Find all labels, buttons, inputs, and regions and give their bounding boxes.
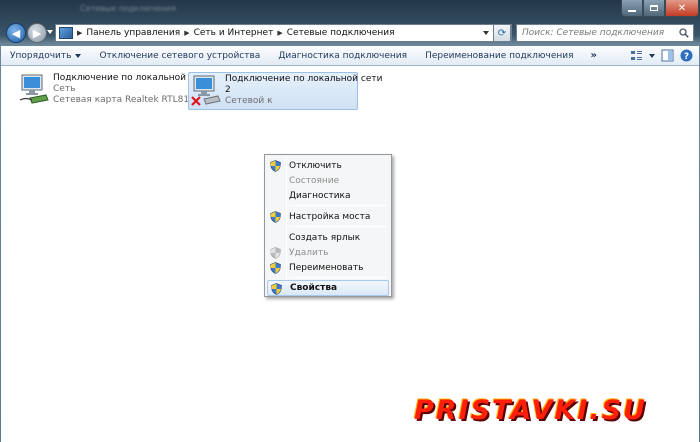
- breadcrumb-separator-icon[interactable]: ▶: [277, 29, 282, 37]
- menu-item-rename[interactable]: Переименовать: [267, 260, 389, 275]
- address-bar[interactable]: ▶ Панель управления ▶ Сеть и Интернет ▶ …: [55, 24, 512, 42]
- arrow-right-icon: ▶: [32, 26, 42, 40]
- title-bar: Сетевые подключения ✕: [0, 0, 700, 20]
- view-options-dropdown[interactable]: [649, 53, 655, 58]
- search-placeholder: Поиск: Сетевые подключения: [522, 28, 665, 38]
- uac-shield-icon: [271, 283, 282, 295]
- menu-item-label: Свойства: [290, 283, 338, 293]
- more-commands-button[interactable]: »: [583, 50, 605, 61]
- minimize-icon: [628, 9, 636, 12]
- breadcrumb-control-panel[interactable]: Панель управления: [86, 28, 180, 38]
- menu-item-disable[interactable]: Отключить: [267, 158, 389, 173]
- uac-shield-icon: [270, 211, 281, 223]
- connections-list: Подключение по локальной сети Сеть Сетев…: [1, 66, 699, 442]
- navigation-row: ◀ ▶ ▶ Панель управления ▶ Сеть и Интерне…: [0, 20, 700, 46]
- menu-item-label: Удалить: [289, 247, 329, 258]
- chevron-down-icon: [75, 53, 82, 58]
- menu-separator: [289, 205, 387, 206]
- window-title: Сетевые подключения: [80, 4, 176, 13]
- refresh-icon: ⟳: [497, 27, 507, 39]
- organize-label: Упорядочить: [10, 50, 72, 61]
- breadcrumb-network-internet[interactable]: Сеть и Интернет: [194, 28, 274, 38]
- breadcrumb-separator-icon[interactable]: ▶: [77, 29, 82, 37]
- refresh-button[interactable]: ⟳: [493, 24, 511, 42]
- uac-shield-icon: [270, 262, 281, 274]
- change-view-icon[interactable]: [630, 49, 643, 62]
- disconnected-x-icon: [191, 96, 201, 106]
- disable-device-button[interactable]: Отключение сетевого устройства: [90, 51, 269, 61]
- back-button[interactable]: ◀: [6, 23, 26, 43]
- menu-item-bridge[interactable]: Настройка моста: [267, 209, 389, 224]
- search-input[interactable]: Поиск: Сетевые подключения: [516, 24, 694, 42]
- connection-item-lan2[interactable]: Подключение по локальной сети 2 Сетевой …: [188, 72, 382, 110]
- organize-menu[interactable]: Упорядочить: [1, 51, 90, 61]
- menu-separator: [289, 226, 387, 227]
- connection-name: Подключение по локальной сети: [225, 74, 383, 84]
- help-icon[interactable]: ?: [680, 49, 693, 62]
- menu-item-label: Состояние: [289, 175, 340, 186]
- forward-button[interactable]: ▶: [27, 23, 47, 43]
- site-watermark: PRISTAVKI.SU: [414, 395, 647, 426]
- network-adapter-icon: [19, 74, 49, 104]
- connection-adapter: Сетевой к: [225, 96, 273, 106]
- uac-shield-icon: [270, 160, 281, 172]
- search-icon[interactable]: [679, 28, 689, 38]
- menu-item-label: Диагностика: [289, 190, 351, 201]
- breadcrumb-network-connections[interactable]: Сетевые подключения: [287, 28, 395, 38]
- menu-item-status[interactable]: Состояние: [267, 173, 389, 188]
- connection-name-suffix: 2: [225, 85, 231, 95]
- diagnose-button[interactable]: Диагностика подключения: [269, 51, 416, 61]
- menu-item-label: Переименовать: [289, 262, 364, 273]
- menu-item-diagnostics[interactable]: Диагностика: [267, 188, 389, 203]
- recent-pages-dropdown[interactable]: [47, 30, 53, 34]
- maximize-icon: [650, 5, 658, 11]
- explorer-window: Сетевые подключения ✕ ◀ ▶ ▶ Панель управ…: [0, 0, 700, 442]
- rename-button[interactable]: Переименование подключения: [416, 51, 582, 61]
- menu-item-create-shortcut[interactable]: Создать ярлык: [267, 230, 389, 245]
- uac-shield-icon: [270, 247, 281, 259]
- menu-item-properties[interactable]: Свойства: [267, 280, 389, 296]
- control-panel-icon: [59, 27, 73, 39]
- close-button[interactable]: ✕: [665, 0, 699, 17]
- menu-item-label: Создать ярлык: [289, 232, 361, 243]
- svg-text:?: ?: [684, 52, 689, 62]
- maximize-button[interactable]: [643, 0, 665, 17]
- breadcrumb-separator-icon[interactable]: ▶: [184, 29, 189, 37]
- close-icon: ✕: [677, 2, 687, 14]
- chevron-down-icon[interactable]: [483, 31, 489, 35]
- view-controls: ?: [630, 49, 693, 62]
- context-menu: Отключить Состояние Диагностика Настройк…: [264, 154, 392, 297]
- menu-item-label: Настройка моста: [289, 211, 371, 222]
- preview-pane-icon[interactable]: [661, 49, 674, 62]
- arrow-left-icon: ◀: [11, 26, 21, 40]
- menu-separator: [289, 277, 387, 278]
- command-bar: Упорядочить Отключение сетевого устройст…: [1, 46, 699, 66]
- menu-item-delete[interactable]: Удалить: [267, 245, 389, 260]
- menu-item-label: Отключить: [289, 160, 342, 171]
- minimize-button[interactable]: [621, 0, 643, 17]
